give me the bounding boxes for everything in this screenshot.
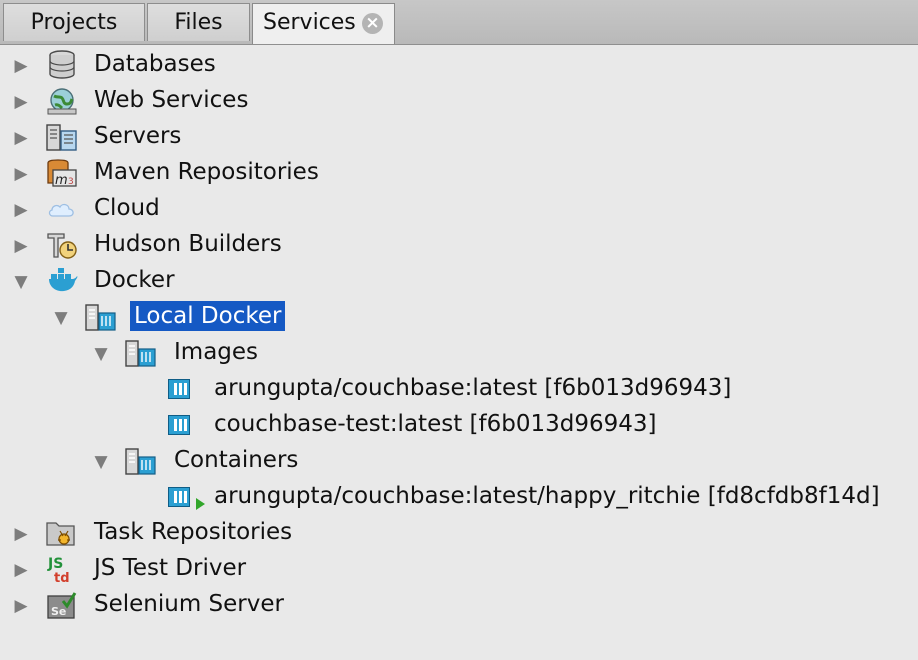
cloud-icon (48, 203, 74, 217)
close-icon[interactable]: × (362, 13, 383, 34)
tree-item-containers[interactable]: ▼ Containers (0, 443, 918, 479)
expand-icon[interactable]: ▶ (12, 93, 30, 111)
tab-projects[interactable]: Projects (3, 3, 145, 41)
tree-item-local-docker[interactable]: ▼ Local Docker (0, 299, 918, 335)
expand-icon[interactable]: ▶ (12, 525, 30, 543)
tree-item-label: couchbase-test:latest [f6b013d96943] (214, 411, 657, 437)
collapse-icon[interactable]: ▼ (12, 273, 30, 291)
tab-bar: Projects Files Services × (0, 0, 918, 45)
tree-item-label: Cloud (94, 195, 160, 221)
tree-item-hudson-builders[interactable]: ▶ Hudson Builders (0, 227, 918, 263)
collapse-icon[interactable]: ▼ (52, 309, 70, 327)
svg-text:3: 3 (68, 177, 74, 187)
tree-item-label: Maven Repositories (94, 159, 319, 185)
tree-item-cloud[interactable]: ▶ Cloud (0, 191, 918, 227)
hudson-icon (47, 233, 77, 259)
tree-item-label: Docker (94, 267, 175, 293)
svg-text:Se: Se (51, 605, 66, 618)
expand-icon[interactable]: ▶ (12, 597, 30, 615)
tree-item-servers[interactable]: ▶ Servers (0, 119, 918, 155)
docker-image-icon (168, 415, 190, 435)
tree-item-js-test-driver[interactable]: ▶ JS td JS Test Driver (0, 551, 918, 587)
expand-icon[interactable]: ▶ (12, 201, 30, 219)
expand-icon[interactable]: ▶ (12, 237, 30, 255)
tree-item-label: arungupta/couchbase:latest [f6b013d96943… (214, 375, 732, 401)
tree-item-databases[interactable]: ▶ Databases (0, 47, 918, 83)
expand-icon[interactable]: ▶ (12, 57, 30, 75)
svg-text:JS: JS (47, 556, 63, 572)
tree-item-container[interactable]: arungupta/couchbase:latest/happy_ritchie… (0, 479, 918, 515)
tree-item-label: arungupta/couchbase:latest/happy_ritchie… (214, 483, 880, 509)
collapse-icon[interactable]: ▼ (92, 345, 110, 363)
tab-files[interactable]: Files (147, 3, 250, 41)
tree-item-task-repositories[interactable]: ▶ Task Repositories (0, 515, 918, 551)
collapse-icon[interactable]: ▼ (92, 453, 110, 471)
expand-icon[interactable]: ▶ (12, 561, 30, 579)
images-folder-icon (125, 340, 156, 367)
servers-icon (46, 124, 77, 151)
tree-item-selenium-server[interactable]: ▶ Se Selenium Server (0, 587, 918, 623)
tree-item-docker[interactable]: ▼ Docker (0, 263, 918, 299)
running-icon (196, 498, 205, 510)
expand-icon[interactable]: ▶ (12, 165, 30, 183)
docker-container-icon (168, 487, 190, 507)
tree-item-label: Hudson Builders (94, 231, 282, 257)
tab-services[interactable]: Services × (252, 3, 395, 44)
svg-text:td: td (54, 571, 70, 584)
expand-icon[interactable]: ▶ (12, 129, 30, 147)
tree-item-images[interactable]: ▼ Images (0, 335, 918, 371)
selenium-icon: Se (47, 592, 77, 619)
tree-item-label: Task Repositories (94, 519, 293, 545)
services-tree: ▶ Databases ▶ Web Services ▶ Servers ▶ m… (0, 45, 918, 660)
docker-icon (47, 268, 78, 292)
tab-services-label: Services (263, 10, 356, 35)
services-window: Projects Files Services × ▶ Databases ▶ (0, 0, 918, 660)
tree-item-label: Containers (174, 447, 299, 473)
tree-item-label: Local Docker (130, 301, 286, 331)
js-test-driver-icon: JS td (47, 556, 70, 584)
tree-item-image[interactable]: couchbase-test:latest [f6b013d96943] (0, 407, 918, 443)
tree-item-web-services[interactable]: ▶ Web Services (0, 83, 918, 119)
web-services-icon (47, 88, 77, 115)
tree-item-label: Web Services (94, 87, 249, 113)
docker-host-icon (85, 304, 116, 331)
tree-item-label: Databases (94, 51, 216, 77)
maven-repository-icon: m 3 (47, 159, 77, 188)
tree-item-label: Selenium Server (94, 591, 284, 617)
containers-folder-icon (125, 448, 156, 475)
tree-item-label: JS Test Driver (94, 555, 247, 581)
svg-text:m: m (55, 173, 68, 188)
tree-item-label: Servers (94, 123, 182, 149)
task-repository-icon (46, 522, 75, 546)
tree-item-image[interactable]: arungupta/couchbase:latest [f6b013d96943… (0, 371, 918, 407)
database-icon (49, 50, 75, 79)
tree-item-maven-repositories[interactable]: ▶ m 3 Maven Repositories (0, 155, 918, 191)
tree-item-label: Images (174, 339, 259, 365)
docker-image-icon (168, 379, 190, 399)
